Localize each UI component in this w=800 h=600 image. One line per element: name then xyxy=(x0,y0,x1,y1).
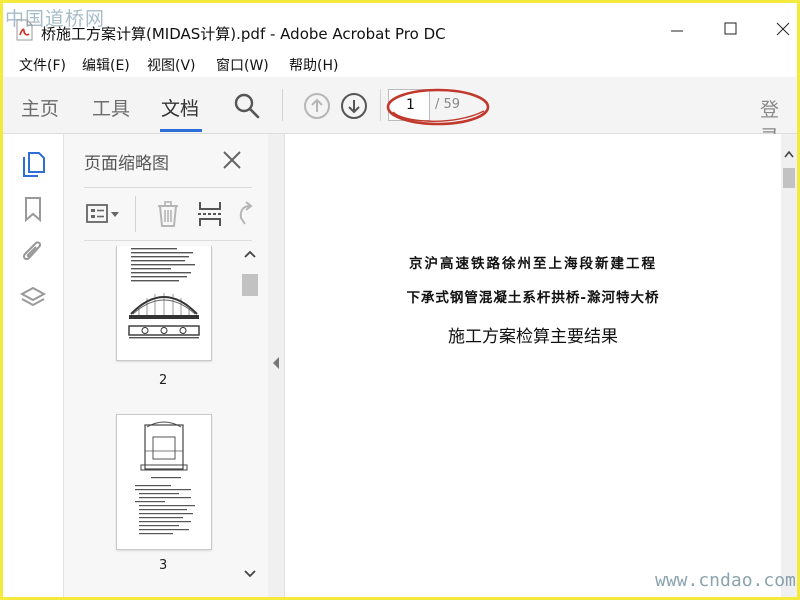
menu-edit[interactable]: 编辑(E) xyxy=(82,55,130,75)
search-icon[interactable] xyxy=(232,91,262,121)
thumbnail-options-icon[interactable] xyxy=(85,202,123,226)
close-panel-icon[interactable] xyxy=(221,149,243,171)
page-thumbnail-2[interactable] xyxy=(116,246,212,361)
next-page-icon[interactable] xyxy=(339,91,369,121)
document-heading-1: 京沪高速铁路徐州至上海段新建工程 xyxy=(409,256,657,272)
tab-document[interactable]: 文档 xyxy=(161,94,199,121)
document-heading-3: 施工方案检算主要结果 xyxy=(448,327,618,347)
document-heading-2: 下承式钢管混凝土系杆拱桥-滁河特大桥 xyxy=(406,290,660,306)
thumbnail-label: 2 xyxy=(159,373,168,388)
page-thumbnail-preview xyxy=(128,248,200,339)
scroll-up-icon[interactable] xyxy=(244,250,256,258)
maximize-icon[interactable] xyxy=(711,17,751,41)
layers-icon[interactable] xyxy=(19,284,47,312)
collapse-panel-icon[interactable] xyxy=(271,356,281,370)
thumbnail-label: 3 xyxy=(159,558,168,573)
scroll-up-icon[interactable] xyxy=(784,150,794,158)
bookmark-icon[interactable] xyxy=(22,195,44,223)
navigation-rail xyxy=(3,134,63,597)
document-scrollbar[interactable] xyxy=(781,134,797,597)
insert-page-icon[interactable] xyxy=(197,200,223,228)
previous-page-icon[interactable] xyxy=(302,91,332,121)
thumbnail-panel: 页面缩略图 2 3 xyxy=(63,134,269,597)
scrollbar-thumb[interactable] xyxy=(242,274,258,296)
menu-window[interactable]: 窗口(W) xyxy=(216,55,269,75)
thumbnail-scrollbar[interactable] xyxy=(239,244,261,589)
title-bar: 桥施工方案计算(MIDAS计算).pdf - Adobe Acrobat Pro… xyxy=(3,3,797,49)
page-thumbnail-preview xyxy=(135,421,195,535)
toolbar-separator xyxy=(282,89,283,121)
watermark-bottom-right: www.cndao.com xyxy=(655,570,796,591)
attachment-icon[interactable] xyxy=(20,238,46,266)
delete-page-icon[interactable] xyxy=(155,200,181,228)
toolbar-separator xyxy=(135,196,136,232)
pages-icon[interactable] xyxy=(20,150,46,178)
scrollbar-thumb[interactable] xyxy=(783,168,795,188)
watermark-top-left: 中国道桥网 xyxy=(5,8,106,30)
panel-title: 页面缩略图 xyxy=(84,154,169,174)
toolbar-separator xyxy=(380,89,381,121)
menu-help[interactable]: 帮助(H) xyxy=(289,55,338,75)
page-thumbnail-3[interactable] xyxy=(116,414,212,550)
panel-toolbar xyxy=(84,187,254,241)
panel-splitter[interactable] xyxy=(268,134,285,597)
rotate-page-icon[interactable] xyxy=(236,200,254,228)
tab-tools[interactable]: 工具 xyxy=(92,94,130,121)
menu-bar: 文件(F) 编辑(E) 视图(V) 窗口(W) 帮助(H) xyxy=(3,49,797,77)
menu-view[interactable]: 视图(V) xyxy=(147,55,196,75)
scroll-down-icon[interactable] xyxy=(244,570,256,578)
tab-home[interactable]: 主页 xyxy=(21,94,59,121)
highlight-ellipse-annotation xyxy=(386,88,490,126)
close-window-icon[interactable] xyxy=(763,17,800,41)
app-window: 桥施工方案计算(MIDAS计算).pdf - Adobe Acrobat Pro… xyxy=(0,0,800,600)
minimize-icon[interactable] xyxy=(657,17,697,41)
menu-file[interactable]: 文件(F) xyxy=(19,55,66,75)
active-tab-indicator xyxy=(160,129,202,132)
document-view[interactable]: 京沪高速铁路徐州至上海段新建工程 下承式钢管混凝土系杆拱桥-滁河特大桥 施工方案… xyxy=(285,134,779,597)
